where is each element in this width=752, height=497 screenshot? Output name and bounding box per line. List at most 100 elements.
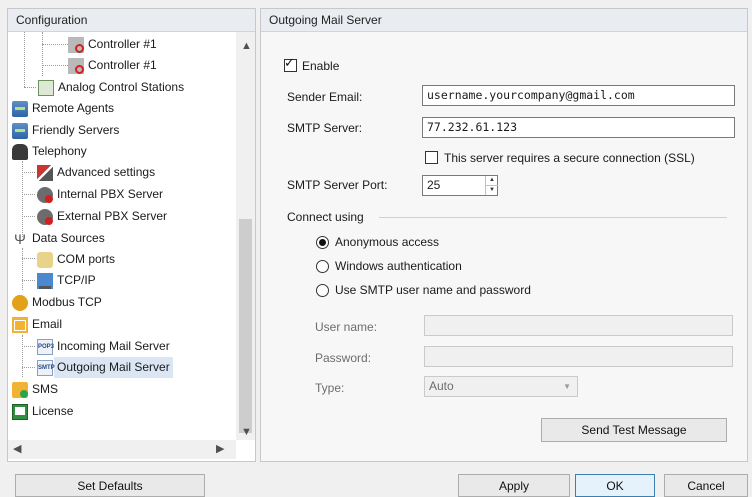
type-dropdown-value: Auto: [429, 379, 454, 393]
anonymous-access-label: Anonymous access: [335, 235, 440, 249]
tree-item-incoming-mail-server[interactable]: POP3 Incoming Mail Server: [37, 336, 170, 357]
type-dropdown[interactable]: Auto ▼: [424, 376, 578, 397]
tree-item-label: Controller #1: [88, 58, 157, 72]
tree-item-label: Incoming Mail Server: [57, 339, 170, 353]
tree-item-label: Modbus TCP: [32, 295, 102, 309]
tree-item-sms[interactable]: SMS: [12, 379, 58, 400]
tree-item-controller-xbt[interactable]: Controller #1: [68, 55, 157, 76]
tree-item-label: SMS: [32, 382, 59, 396]
enable-label: Enable: [302, 59, 340, 73]
scroll-left-arrow-icon[interactable]: ◀: [13, 442, 21, 455]
ssl-checkbox[interactable]: [425, 151, 438, 164]
outgoing-mail-server-header: Outgoing Mail Server: [261, 9, 747, 32]
tree-item-tcp-ip[interactable]: TCP/IP: [37, 270, 96, 291]
tree-item-label: Friendly Servers: [32, 123, 120, 137]
stepper-up-icon[interactable]: ▲: [486, 176, 498, 186]
user-name-label: User name:: [315, 320, 378, 334]
tree-item-label: TCP/IP: [57, 273, 96, 287]
tree-item-outgoing-mail-server[interactable]: SMTP Outgoing Mail Server: [37, 357, 173, 378]
tree-horizontal-scrollbar[interactable]: ◀ ▶: [8, 440, 236, 459]
sender-email-field[interactable]: username.yourcompany@gmail.com: [422, 85, 735, 106]
scroll-up-arrow-icon[interactable]: ▲: [241, 40, 252, 52]
set-defaults-button[interactable]: Set Defaults: [15, 474, 205, 497]
windows-authentication-radio[interactable]: [316, 260, 329, 273]
tree-item-label: Analog Control Stations: [58, 80, 185, 94]
tree-item-label: COM ports: [57, 252, 116, 266]
cancel-button[interactable]: Cancel: [664, 474, 748, 497]
smtp-credentials-radio[interactable]: [316, 284, 329, 297]
tree-item-controller-xbc[interactable]: Controller #1: [68, 34, 157, 55]
smtp-server-label: SMTP Server:: [287, 121, 363, 135]
tree-item-label: Data Sources: [32, 231, 105, 245]
tree-vertical-scrollbar[interactable]: ▲ ▼: [236, 32, 255, 440]
usb-icon: Ψ: [14, 230, 26, 247]
pbx-icon: [37, 186, 53, 203]
tree-item-friendly-servers[interactable]: Friendly Servers: [12, 120, 119, 141]
tree-item-label: Email: [32, 317, 63, 331]
tree-item-label: Controller #1: [88, 37, 157, 51]
gear-icon: [12, 294, 28, 311]
connect-using-divider: [379, 217, 727, 218]
scrollbar-thumb[interactable]: [239, 219, 252, 433]
checkmark-icon: ✓: [284, 55, 295, 70]
scroll-down-arrow-icon[interactable]: ▼: [241, 426, 252, 438]
email-icon: [12, 316, 28, 333]
smtp-server-field[interactable]: 77.232.61.123: [422, 117, 735, 138]
analog-station-icon: [38, 79, 54, 96]
com-port-icon: [37, 251, 53, 268]
server-icon: [12, 122, 28, 139]
controller-xbt-icon: [68, 57, 84, 74]
tree-item-label: Remote Agents: [32, 101, 115, 115]
ok-button[interactable]: OK: [575, 474, 655, 497]
controller-xbc-icon: [68, 36, 84, 53]
outgoing-mail-server-panel: Outgoing Mail Server ✓ Enable Sender Ema…: [260, 8, 748, 462]
type-label: Type:: [315, 381, 345, 395]
tree-item-internal-pbx-server[interactable]: Internal PBX Server: [37, 184, 163, 205]
tools-icon: [37, 164, 53, 181]
anonymous-access-radio[interactable]: [316, 236, 329, 249]
tree-item-label: License: [32, 404, 74, 418]
configuration-panel: Configuration Controller #1 Controller #…: [7, 8, 256, 462]
tree-item-data-sources[interactable]: Ψ Data Sources: [12, 228, 105, 249]
tree-item-label: External PBX Server: [57, 209, 168, 223]
tree-item-analog-control-stations[interactable]: Analog Control Stations: [38, 77, 184, 98]
license-icon: [12, 403, 28, 420]
apply-button[interactable]: Apply: [458, 474, 570, 497]
password-field[interactable]: [424, 346, 733, 367]
stepper-down-icon[interactable]: ▼: [486, 186, 498, 195]
configuration-tree: Controller #1 Controller #1 Analog Contr…: [8, 32, 236, 440]
tree-item-telephony[interactable]: Telephony: [12, 141, 87, 162]
enable-checkbox[interactable]: ✓: [284, 55, 297, 72]
tree-item-license[interactable]: License: [12, 401, 73, 422]
sender-email-label: Sender Email:: [287, 90, 363, 104]
smtp-port-label: SMTP Server Port:: [287, 178, 388, 192]
ssl-label: This server requires a secure connection…: [444, 151, 695, 165]
tree-item-remote-agents[interactable]: Remote Agents: [12, 98, 114, 119]
scroll-right-arrow-icon[interactable]: ▶: [216, 442, 224, 455]
connect-using-label: Connect using: [287, 210, 364, 224]
tree-item-label: Advanced settings: [57, 165, 156, 179]
tree-item-modbus-tcp[interactable]: Modbus TCP: [12, 292, 102, 313]
tree-item-label: Telephony: [32, 144, 87, 158]
pbx-icon: [37, 208, 53, 225]
tree-item-advanced-settings[interactable]: Advanced settings: [37, 162, 155, 183]
tree-item-com-ports[interactable]: COM ports: [37, 249, 115, 270]
tree-item-external-pbx-server[interactable]: External PBX Server: [37, 206, 167, 227]
send-test-message-button[interactable]: Send Test Message: [541, 418, 727, 442]
sms-icon: [12, 381, 28, 398]
chevron-down-icon: ▼: [563, 382, 571, 391]
smtp-icon: SMTP: [37, 359, 55, 376]
tree-item-label: Internal PBX Server: [57, 187, 164, 201]
windows-authentication-label: Windows authentication: [335, 259, 462, 273]
telephone-icon: [12, 143, 28, 160]
tree-item-email[interactable]: Email: [12, 314, 62, 335]
smtp-credentials-label: Use SMTP user name and password: [335, 283, 531, 297]
configuration-header: Configuration: [8, 9, 255, 32]
server-icon: [12, 100, 28, 117]
network-icon: [37, 272, 53, 289]
password-label: Password:: [315, 351, 372, 365]
tree-item-label: Outgoing Mail Server: [54, 357, 173, 378]
pop3-icon: POP3: [37, 338, 54, 355]
user-name-field[interactable]: [424, 315, 733, 336]
smtp-port-stepper[interactable]: ▲ ▼: [485, 176, 498, 195]
